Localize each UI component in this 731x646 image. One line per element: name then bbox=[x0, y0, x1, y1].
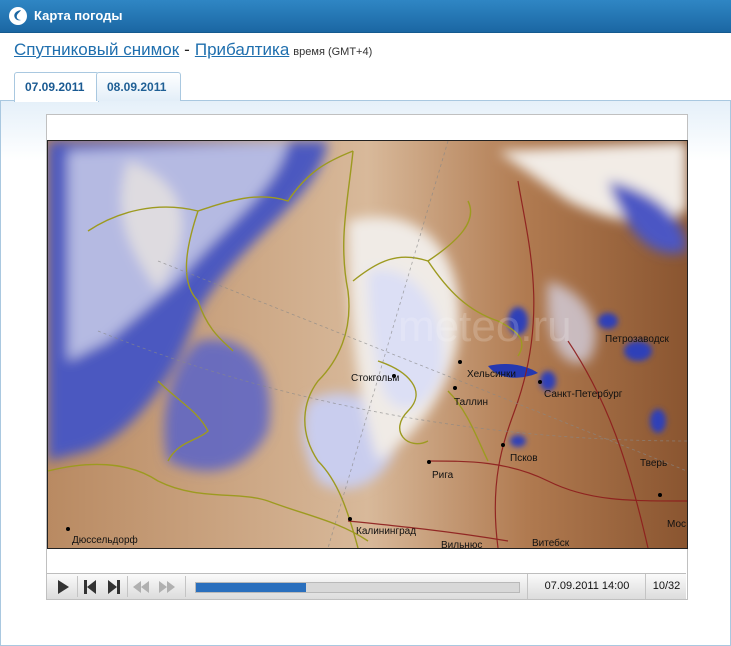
app-title: Карта погоды bbox=[34, 8, 123, 23]
weather-logo-icon bbox=[9, 7, 27, 25]
step-back-icon[interactable] bbox=[81, 577, 101, 597]
rewind-icon[interactable] bbox=[131, 577, 151, 597]
divider bbox=[127, 576, 128, 597]
city-label: Хельсинки bbox=[467, 369, 516, 380]
progress-fill bbox=[196, 583, 306, 592]
divider bbox=[77, 576, 78, 597]
city-label: Вильнюс bbox=[441, 540, 482, 548]
progress-bar[interactable] bbox=[195, 582, 520, 593]
city-label: Мос bbox=[667, 519, 686, 530]
region-link[interactable]: Прибалтика bbox=[195, 40, 289, 59]
city-label: Стокгольм bbox=[351, 373, 399, 384]
player-controls: 07.09.2011 14:00 10/32 bbox=[47, 573, 686, 599]
satellite-image-link[interactable]: Спутниковый снимок bbox=[14, 40, 179, 59]
city-label: Рига bbox=[432, 470, 454, 481]
heading-separator: - bbox=[184, 40, 190, 59]
step-forward-icon[interactable] bbox=[103, 577, 123, 597]
frame-datetime: 07.09.2011 14:00 bbox=[527, 574, 646, 599]
city-label: Санкт-Петербург bbox=[544, 388, 623, 400]
city-label: Таллин bbox=[454, 397, 488, 408]
divider bbox=[185, 576, 186, 597]
play-icon[interactable] bbox=[53, 577, 73, 597]
city-label: Петрозаводск bbox=[605, 334, 670, 345]
satellite-image: meteo.ru Стокгольм Хельсинки Санкт-Петер… bbox=[48, 141, 687, 548]
satellite-map: meteo.ru Стокгольм Хельсинки Санкт-Петер… bbox=[47, 140, 688, 549]
tab-date-2[interactable]: 08.09.2011 bbox=[96, 72, 181, 101]
fast-forward-icon[interactable] bbox=[157, 577, 177, 597]
city-label: Псков bbox=[510, 453, 538, 464]
page-heading: Спутниковый снимок - Прибалтика время (GMT+… bbox=[14, 40, 372, 60]
city-label: Калининград bbox=[356, 526, 416, 537]
watermark-text: meteo.ru bbox=[398, 302, 572, 351]
city-label: Витебск bbox=[532, 537, 570, 548]
tab-date-1[interactable]: 07.09.2011 bbox=[14, 72, 99, 102]
city-label: Дюссельдорф bbox=[72, 534, 138, 546]
frame-counter: 10/32 bbox=[645, 574, 687, 599]
city-label: Тверь bbox=[640, 458, 667, 469]
app-header: Карта погоды bbox=[0, 0, 731, 33]
timezone-label: время (GMT+4) bbox=[293, 46, 373, 58]
